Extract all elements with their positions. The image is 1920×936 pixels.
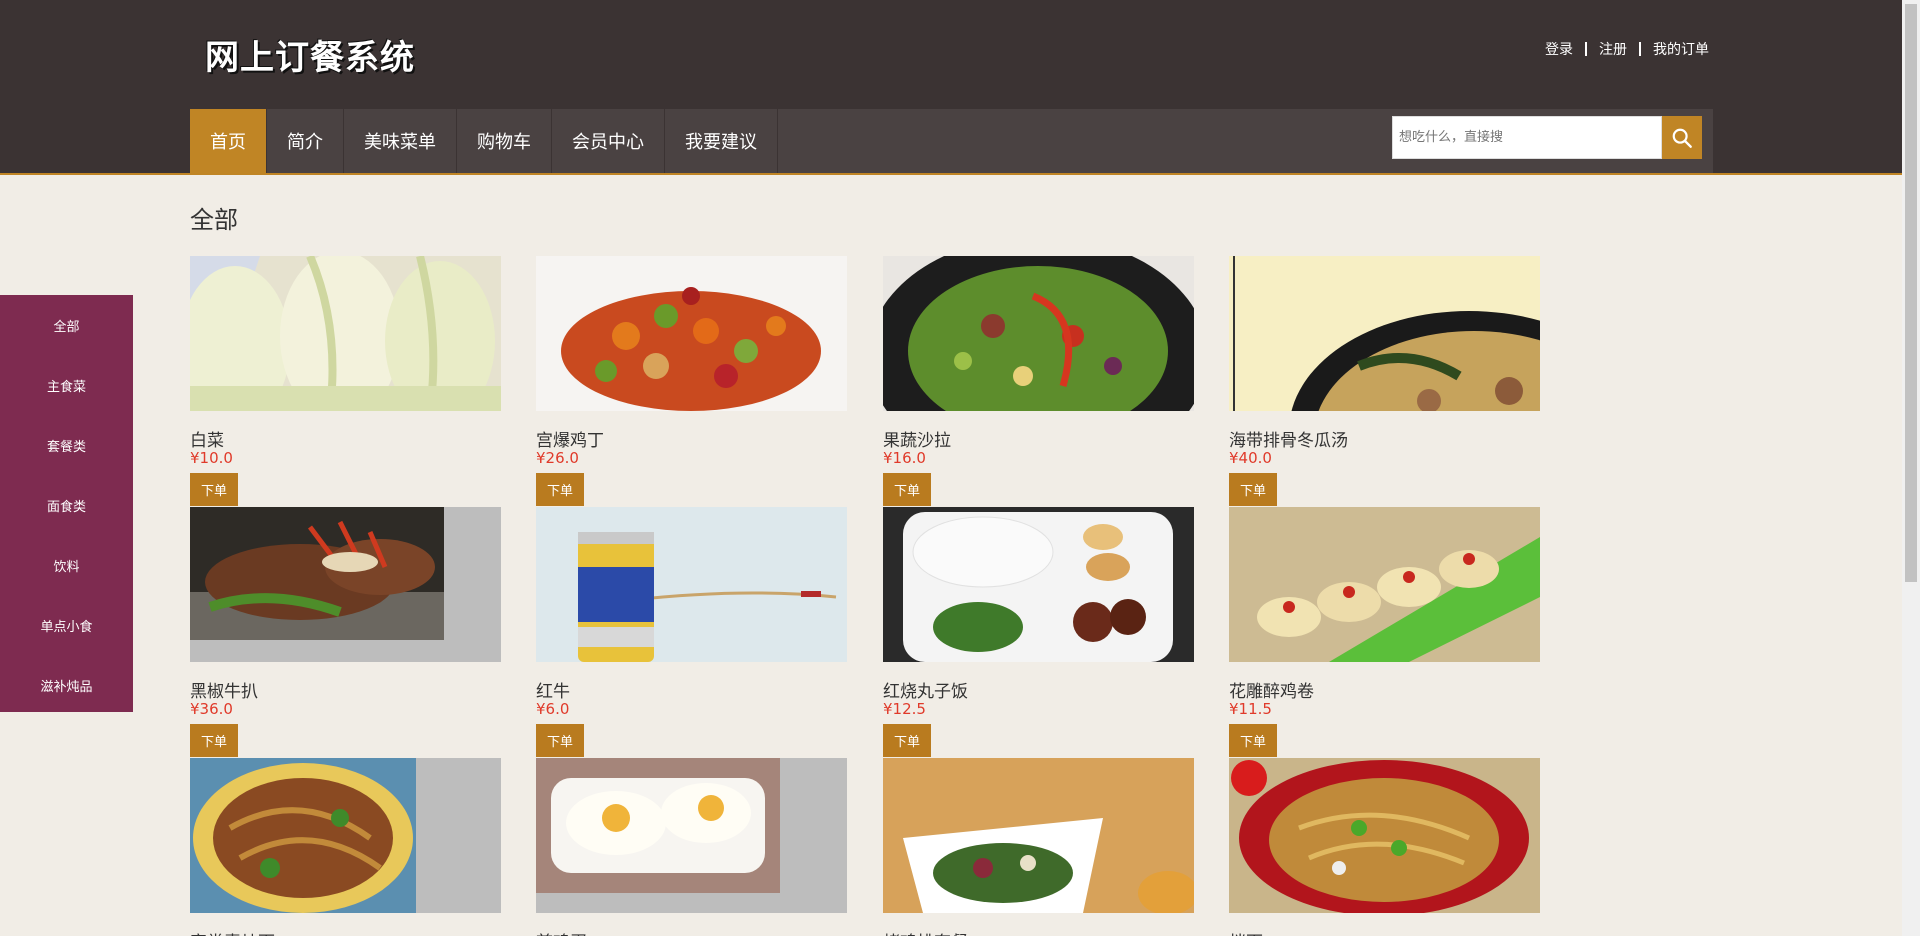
dish-price: ¥26.0 (536, 449, 579, 467)
dish-card: 宫爆鸡丁 ¥26.0 下单 (536, 256, 847, 506)
dish-price: ¥16.0 (883, 449, 926, 467)
dish-image[interactable] (536, 256, 847, 411)
search-box (1392, 116, 1702, 159)
search-input[interactable] (1392, 116, 1662, 159)
section-title: 全部 (190, 206, 238, 234)
dish-price: ¥12.5 (883, 700, 926, 718)
dish-card: 烤鸡排套餐 (883, 758, 1194, 936)
nav-item-suggest[interactable]: 我要建议 (665, 109, 778, 173)
dish-image[interactable] (190, 256, 501, 411)
dish-name[interactable]: 烤鸡排套餐 (883, 928, 968, 936)
login-link[interactable]: 登录 (1545, 39, 1573, 59)
dish-card: 家常素炒面 (190, 758, 501, 936)
dish-card: 果蔬沙拉 ¥16.0 下单 (883, 256, 1194, 506)
dish-name[interactable]: 白菜 (190, 426, 224, 451)
dish-name[interactable]: 果蔬沙拉 (883, 426, 951, 451)
dish-card: 煎鸡蛋 (536, 758, 847, 936)
link-divider (1639, 42, 1641, 56)
category-main-dish[interactable]: 主食菜 (0, 355, 133, 415)
dish-price: ¥36.0 (190, 700, 233, 718)
dish-image[interactable] (883, 758, 1194, 913)
order-button[interactable]: 下单 (883, 473, 931, 506)
my-orders-link[interactable]: 我的订单 (1653, 39, 1709, 59)
order-button[interactable]: 下单 (536, 473, 584, 506)
order-button[interactable]: 下单 (190, 473, 238, 506)
dish-name[interactable]: 家常素炒面 (190, 928, 275, 936)
order-button[interactable]: 下单 (883, 724, 931, 757)
dish-card: 花雕醉鸡卷 ¥11.5 下单 (1229, 507, 1540, 757)
dish-name[interactable]: 宫爆鸡丁 (536, 426, 604, 451)
dish-image[interactable] (1229, 507, 1540, 662)
dish-image[interactable] (1229, 256, 1540, 411)
dish-image[interactable] (190, 758, 501, 913)
category-noodles[interactable]: 面食类 (0, 475, 133, 535)
dish-name[interactable]: 拌面 (1229, 928, 1263, 936)
dish-image[interactable] (536, 758, 847, 913)
nav-item-cart[interactable]: 购物车 (457, 109, 552, 173)
dish-card: 黑椒牛扒 ¥36.0 下单 (190, 507, 501, 757)
dish-card: 红牛 ¥6.0 下单 (536, 507, 847, 757)
dish-card: 海带排骨冬瓜汤 ¥40.0 下单 (1229, 256, 1540, 506)
dish-name[interactable]: 煎鸡蛋 (536, 928, 587, 936)
scrollbar-thumb[interactable] (1905, 4, 1917, 582)
search-button[interactable] (1662, 116, 1702, 159)
category-snacks[interactable]: 单点小食 (0, 595, 133, 655)
dish-image[interactable] (190, 507, 501, 662)
dish-price: ¥10.0 (190, 449, 233, 467)
category-stews[interactable]: 滋补炖品 (0, 655, 133, 715)
link-divider (1585, 42, 1587, 56)
category-sidebar: 全部 主食菜 套餐类 面食类 饮料 单点小食 滋补炖品 (0, 295, 133, 712)
dish-price: ¥6.0 (536, 700, 570, 718)
site-header: 网上订餐系统 登录 注册 我的订单 首页 简介 美味菜单 购物车 会员中心 我要… (0, 0, 1902, 175)
top-links: 登录 注册 我的订单 (1545, 39, 1709, 59)
page-scrollbar[interactable] (1902, 0, 1920, 936)
dish-price: ¥11.5 (1229, 700, 1272, 718)
order-button[interactable]: 下单 (1229, 473, 1277, 506)
dish-image[interactable] (883, 507, 1194, 662)
dish-name[interactable]: 海带排骨冬瓜汤 (1229, 426, 1348, 451)
dish-name[interactable]: 花雕醉鸡卷 (1229, 677, 1314, 702)
order-button[interactable]: 下单 (1229, 724, 1277, 757)
dish-image[interactable] (536, 507, 847, 662)
site-logo[interactable]: 网上订餐系统 (205, 30, 415, 79)
dish-image[interactable] (883, 256, 1194, 411)
category-all[interactable]: 全部 (0, 295, 133, 355)
nav-item-home[interactable]: 首页 (190, 109, 267, 173)
dish-name[interactable]: 红牛 (536, 677, 570, 702)
order-button[interactable]: 下单 (190, 724, 238, 757)
register-link[interactable]: 注册 (1599, 39, 1627, 59)
dish-name[interactable]: 红烧丸子饭 (883, 677, 968, 702)
category-drinks[interactable]: 饮料 (0, 535, 133, 595)
dish-image[interactable] (1229, 758, 1540, 913)
dish-card: 白菜 ¥10.0 下单 (190, 256, 501, 506)
dish-name[interactable]: 黑椒牛扒 (190, 677, 258, 702)
dish-card: 红烧丸子饭 ¥12.5 下单 (883, 507, 1194, 757)
nav-item-menu[interactable]: 美味菜单 (344, 109, 457, 173)
search-icon (1672, 128, 1692, 148)
dish-card: 拌面 (1229, 758, 1540, 936)
category-set-meal[interactable]: 套餐类 (0, 415, 133, 475)
order-button[interactable]: 下单 (536, 724, 584, 757)
nav-item-intro[interactable]: 简介 (267, 109, 344, 173)
dish-price: ¥40.0 (1229, 449, 1272, 467)
nav-item-member[interactable]: 会员中心 (552, 109, 665, 173)
